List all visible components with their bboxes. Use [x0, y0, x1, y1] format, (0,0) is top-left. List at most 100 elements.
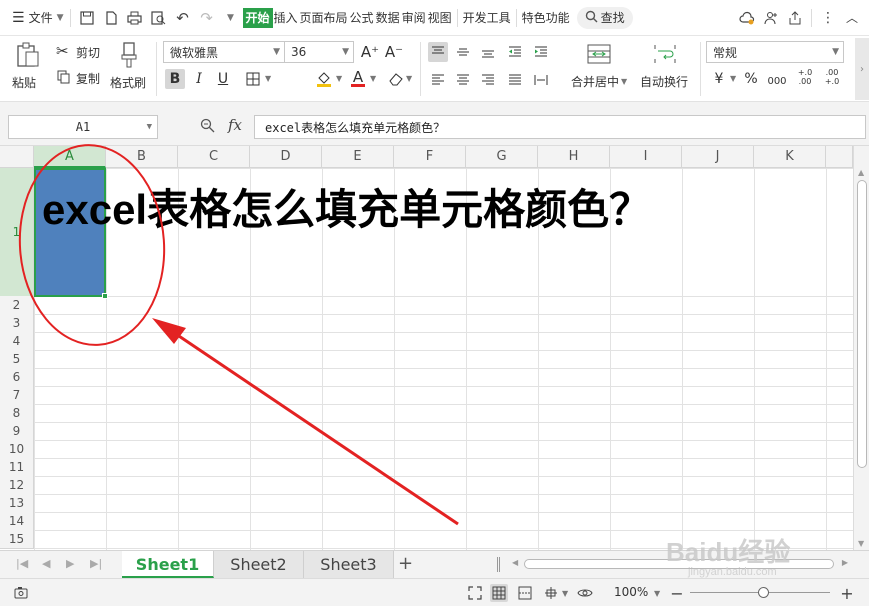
- distributed-align-button[interactable]: [531, 70, 551, 90]
- cloud-sync-icon[interactable]: [738, 9, 756, 27]
- font-size-select[interactable]: 36 ▼: [284, 41, 354, 63]
- collapse-ribbon-icon[interactable]: ︿: [843, 9, 861, 27]
- row-header-2[interactable]: 2: [0, 296, 34, 315]
- print-icon[interactable]: [126, 9, 144, 27]
- tab-page-layout[interactable]: 页面布局: [299, 8, 349, 28]
- vertical-scroll-thumb[interactable]: [857, 180, 867, 468]
- align-middle-button[interactable]: [453, 42, 473, 62]
- chevron-down-icon[interactable]: ▼: [406, 74, 412, 83]
- align-center-button[interactable]: [453, 70, 473, 90]
- number-format-select[interactable]: 常规 ▼: [706, 41, 844, 63]
- page-break-view-icon[interactable]: [516, 584, 534, 602]
- name-box[interactable]: A1 ▼: [8, 115, 158, 139]
- save-icon[interactable]: [78, 9, 96, 27]
- formula-input[interactable]: excel表格怎么填充单元格颜色？: [254, 115, 866, 139]
- column-header-j[interactable]: J: [682, 146, 754, 168]
- search-button[interactable]: 查找: [576, 6, 633, 29]
- last-sheet-icon[interactable]: ▶|: [90, 557, 102, 570]
- chevron-down-icon[interactable]: ▼: [265, 74, 271, 83]
- format-painter-button[interactable]: 格式刷: [110, 40, 150, 98]
- align-right-button[interactable]: [478, 70, 498, 90]
- italic-button[interactable]: I: [189, 69, 209, 89]
- share-icon[interactable]: [786, 9, 804, 27]
- chevron-down-icon[interactable]: ▼: [730, 74, 736, 83]
- tab-review[interactable]: 审阅: [401, 8, 427, 28]
- row-header-12[interactable]: 12: [0, 476, 34, 495]
- row-header-13[interactable]: 13: [0, 494, 34, 513]
- more-icon[interactable]: ⋮: [819, 9, 837, 27]
- tab-developer[interactable]: 开发工具: [462, 8, 512, 28]
- spreadsheet-grid[interactable]: excel表格怎么填充单元格颜色？ A B C D E F G H I J K 1 2 3 4 5 6 7 8 9 10 1…: [0, 146, 853, 550]
- sheet-splitter[interactable]: [497, 557, 500, 572]
- reading-layout-icon[interactable]: [542, 584, 560, 602]
- print-preview-icon[interactable]: [150, 9, 168, 27]
- customize-toolbar-icon[interactable]: ▼: [222, 9, 240, 27]
- increase-decimal-button[interactable]: +.0 .00: [795, 67, 815, 87]
- merge-center-button[interactable]: 合并居中 ▼: [568, 40, 630, 98]
- borders-button[interactable]: [243, 69, 263, 89]
- column-header-a[interactable]: A: [34, 146, 106, 168]
- row-header-9[interactable]: 9: [0, 422, 34, 441]
- column-header-d[interactable]: D: [250, 146, 322, 168]
- column-header-k[interactable]: K: [754, 146, 826, 168]
- zoom-slider-knob[interactable]: [758, 587, 769, 598]
- percent-button[interactable]: %: [741, 69, 761, 89]
- scroll-right-icon[interactable]: ▶: [842, 558, 848, 567]
- chevron-down-icon[interactable]: ▼: [654, 589, 660, 598]
- zoom-out-icon[interactable]: −: [668, 584, 686, 603]
- first-sheet-icon[interactable]: |◀: [16, 557, 28, 570]
- row-header-3[interactable]: 3: [0, 314, 34, 333]
- decrease-decimal-button[interactable]: .00 +.0: [822, 67, 842, 87]
- row-header-15[interactable]: 15: [0, 530, 34, 549]
- zoom-level[interactable]: 100%: [614, 585, 648, 599]
- align-left-button[interactable]: [428, 70, 448, 90]
- wrap-text-button[interactable]: 自动换行: [638, 40, 694, 98]
- paste-button[interactable]: 粘贴: [12, 40, 42, 98]
- thousands-separator-button[interactable]: 000: [765, 71, 789, 91]
- justify-button[interactable]: [505, 70, 525, 90]
- tab-view[interactable]: 视图: [427, 8, 453, 28]
- bold-button[interactable]: B: [165, 69, 185, 89]
- fill-handle[interactable]: [102, 293, 108, 299]
- grow-font-button[interactable]: A⁺: [360, 42, 380, 62]
- scroll-down-icon[interactable]: ▼: [858, 539, 864, 548]
- ribbon-scroll-right-button[interactable]: ›: [855, 38, 869, 100]
- column-header-c[interactable]: C: [178, 146, 250, 168]
- row-header-4[interactable]: 4: [0, 332, 34, 351]
- copy-button[interactable]: 复制: [56, 70, 102, 88]
- column-header-h[interactable]: H: [538, 146, 610, 168]
- eye-protection-icon[interactable]: [576, 584, 594, 602]
- column-header-g[interactable]: G: [466, 146, 538, 168]
- row-header-14[interactable]: 14: [0, 512, 34, 531]
- vertical-scrollbar[interactable]: ▲ ▼: [853, 146, 869, 550]
- row-header-5[interactable]: 5: [0, 350, 34, 369]
- column-header-b[interactable]: B: [106, 146, 178, 168]
- underline-button[interactable]: U: [213, 69, 233, 89]
- font-name-select[interactable]: 微软雅黑 ▼: [163, 41, 285, 63]
- sheet-tab-1[interactable]: Sheet1: [122, 551, 214, 578]
- increase-indent-button[interactable]: [531, 42, 551, 62]
- file-menu[interactable]: ☰ 文件 ▼: [10, 7, 66, 29]
- currency-button[interactable]: ¥: [709, 69, 729, 89]
- fullscreen-icon[interactable]: [466, 584, 484, 602]
- align-bottom-button[interactable]: [478, 42, 498, 62]
- chevron-down-icon[interactable]: ▼: [336, 74, 342, 83]
- shrink-font-button[interactable]: A⁻: [384, 42, 404, 62]
- tab-formulas[interactable]: 公式: [349, 8, 375, 28]
- sheet-tab-3[interactable]: Sheet3: [304, 551, 394, 578]
- decrease-indent-button[interactable]: [505, 42, 525, 62]
- tab-data[interactable]: 数据: [375, 8, 401, 28]
- scroll-left-icon[interactable]: ◀: [512, 558, 518, 567]
- undo-icon[interactable]: ↶: [174, 9, 192, 27]
- zoom-formula-icon[interactable]: [200, 118, 215, 137]
- sheet-tab-2[interactable]: Sheet2: [214, 551, 304, 578]
- tab-special-features[interactable]: 特色功能: [521, 8, 571, 28]
- insert-function-button[interactable]: fx: [228, 116, 242, 134]
- row-header-11[interactable]: 11: [0, 458, 34, 477]
- font-color-button[interactable]: A: [348, 67, 368, 87]
- row-header-10[interactable]: 10: [0, 440, 34, 459]
- tab-insert[interactable]: 插入: [273, 8, 299, 28]
- clear-button[interactable]: [386, 69, 406, 89]
- share-collaborate-icon[interactable]: [762, 9, 780, 27]
- column-header-e[interactable]: E: [322, 146, 394, 168]
